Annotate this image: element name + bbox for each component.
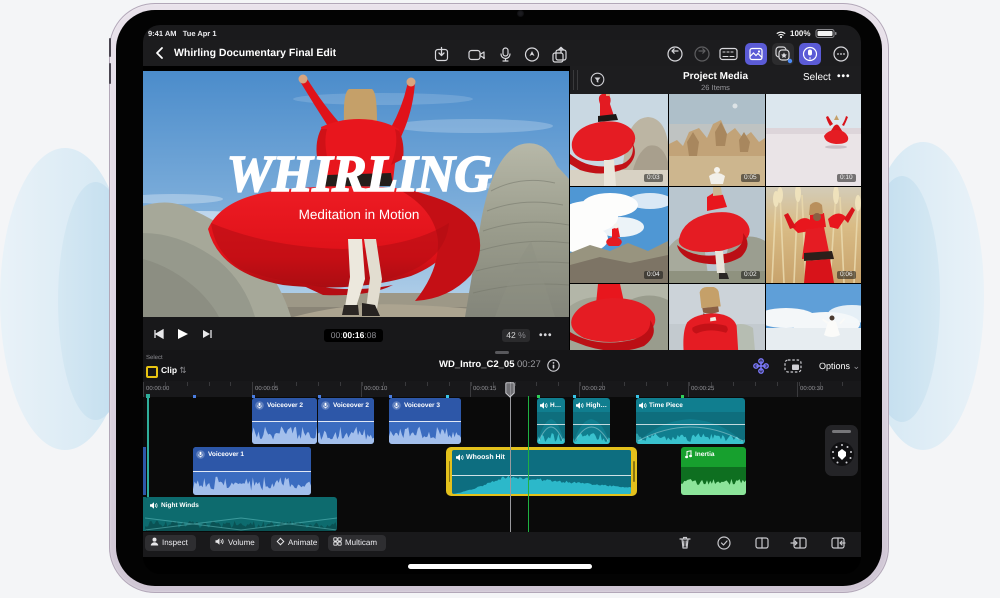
svg-text:Meditation in Motion: Meditation in Motion bbox=[299, 207, 420, 222]
svg-text:WHIRLING: WHIRLING bbox=[227, 146, 492, 203]
